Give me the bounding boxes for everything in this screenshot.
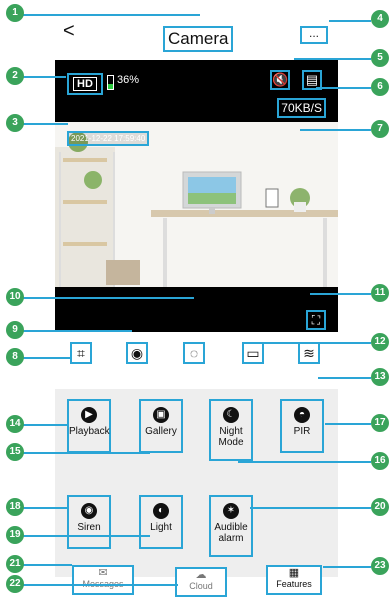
callout-13: 13 [371, 368, 389, 386]
playback-icon: ▶ [81, 407, 97, 423]
callout-12: 12 [371, 333, 389, 351]
callout-line-16 [238, 461, 371, 463]
tile-gallery[interactable]: ▣ Gallery [139, 399, 183, 453]
callout-line-6 [316, 87, 371, 89]
callout-line-14 [20, 424, 67, 426]
bottom-nav: ✉ Messages ☁ Cloud ▦ Features [55, 565, 338, 599]
callout-line-21 [20, 564, 72, 566]
callout-10: 10 [6, 288, 24, 306]
callout-line-9 [20, 330, 132, 332]
collapse-icon[interactable]: ≋ [298, 342, 320, 364]
callout-line-20 [250, 507, 371, 509]
callout-line-18 [20, 507, 67, 509]
callout-line-3 [20, 123, 68, 125]
speed-readout: 70KB/S [277, 98, 326, 118]
callout-4: 4 [371, 10, 389, 28]
callout-20: 20 [371, 498, 389, 516]
callout-1: 1 [6, 4, 24, 22]
callout-5: 5 [371, 49, 389, 67]
siren-icon: ◉ [81, 503, 97, 519]
battery-level: 36% [117, 74, 140, 86]
microphone-icon[interactable]: ◌ [183, 342, 205, 364]
callout-11: 11 [371, 284, 389, 302]
callout-line-5 [294, 58, 371, 60]
timestamp: 2021-12-22 17:59:40 [67, 131, 150, 146]
more-button[interactable]: ... [300, 26, 328, 44]
callout-19: 19 [6, 526, 24, 544]
camera-icon[interactable]: ◉ [126, 342, 148, 364]
callout-21: 21 [6, 555, 24, 573]
callout-22: 22 [6, 575, 24, 593]
callout-line-15 [20, 452, 150, 454]
tile-audible-alarm[interactable]: ✶ Audible alarm [209, 495, 253, 557]
tile-night-mode[interactable]: ☾ Night Mode [209, 399, 253, 461]
callout-15: 15 [6, 443, 24, 461]
callout-line-23 [323, 566, 371, 568]
battery-icon [107, 75, 114, 90]
camera-scene [55, 122, 338, 287]
light-icon: ◐ [153, 503, 169, 519]
feature-panel: ▶ Playback ▣ Gallery ☾ Night Mode ◓ PIR … [55, 389, 338, 577]
callout-23: 23 [371, 557, 389, 575]
callout-line-8 [20, 357, 70, 359]
callout-3: 3 [6, 114, 24, 132]
live-view: 2021-12-22 17:59:40 [55, 122, 338, 287]
callout-18: 18 [6, 498, 24, 516]
callout-line-17 [325, 423, 371, 425]
cloud-icon: ☁ [195, 569, 207, 581]
video-area: HD 36% 🔇 ▤ 70KB/S 2021-12-22 17:59:40 ⛶ [55, 60, 338, 332]
callout-17: 17 [371, 414, 389, 432]
callout-8: 8 [6, 348, 24, 366]
callout-line-22 [20, 584, 178, 586]
callout-line-4 [329, 20, 371, 22]
tile-playback[interactable]: ▶ Playback [67, 399, 111, 453]
features-button[interactable]: ▦ Features [266, 565, 322, 595]
callout-7: 7 [371, 120, 389, 138]
camera-toolbar: ⌗ ◉ ◌ ▭ ≋ [55, 333, 338, 371]
mute-icon[interactable]: 🔇 [270, 70, 290, 90]
callout-line-11 [310, 293, 371, 295]
top-bar: < Camera ... [55, 12, 338, 52]
pir-icon: ◓ [294, 407, 310, 423]
callout-2: 2 [6, 67, 24, 85]
app-frame: < Camera ... HD 36% 🔇 ▤ 70KB/S 2021-12-2… [55, 12, 338, 597]
features-icon: ▦ [288, 567, 300, 579]
callout-16: 16 [371, 452, 389, 470]
hd-toggle[interactable]: HD [67, 73, 103, 95]
callout-9: 9 [6, 321, 24, 339]
page-title: Camera [163, 26, 234, 52]
messages-button[interactable]: ✉ Messages [72, 565, 134, 595]
callout-line-13 [318, 377, 371, 379]
tile-siren[interactable]: ◉ Siren [67, 495, 111, 549]
fullscreen-icon[interactable]: ⛶ [306, 310, 326, 330]
screenshot-icon[interactable]: ⌗ [70, 342, 92, 364]
tile-pir[interactable]: ◓ PIR [280, 399, 324, 453]
callout-line-19 [20, 535, 150, 537]
callout-line-10 [20, 297, 194, 299]
record-icon[interactable]: ▭ [242, 342, 264, 364]
tile-light[interactable]: ◐ Light [139, 495, 183, 549]
mail-icon: ✉ [98, 567, 108, 579]
gallery-icon: ▣ [153, 407, 169, 423]
callout-line-2 [20, 76, 66, 78]
callout-6: 6 [371, 78, 389, 96]
alarm-icon: ✶ [223, 503, 239, 519]
back-button[interactable]: < [63, 20, 75, 43]
callout-line-7 [300, 129, 371, 131]
callout-line-1 [20, 14, 200, 16]
callout-14: 14 [6, 415, 24, 433]
callout-line-12 [255, 342, 371, 344]
moon-icon: ☾ [223, 407, 239, 423]
